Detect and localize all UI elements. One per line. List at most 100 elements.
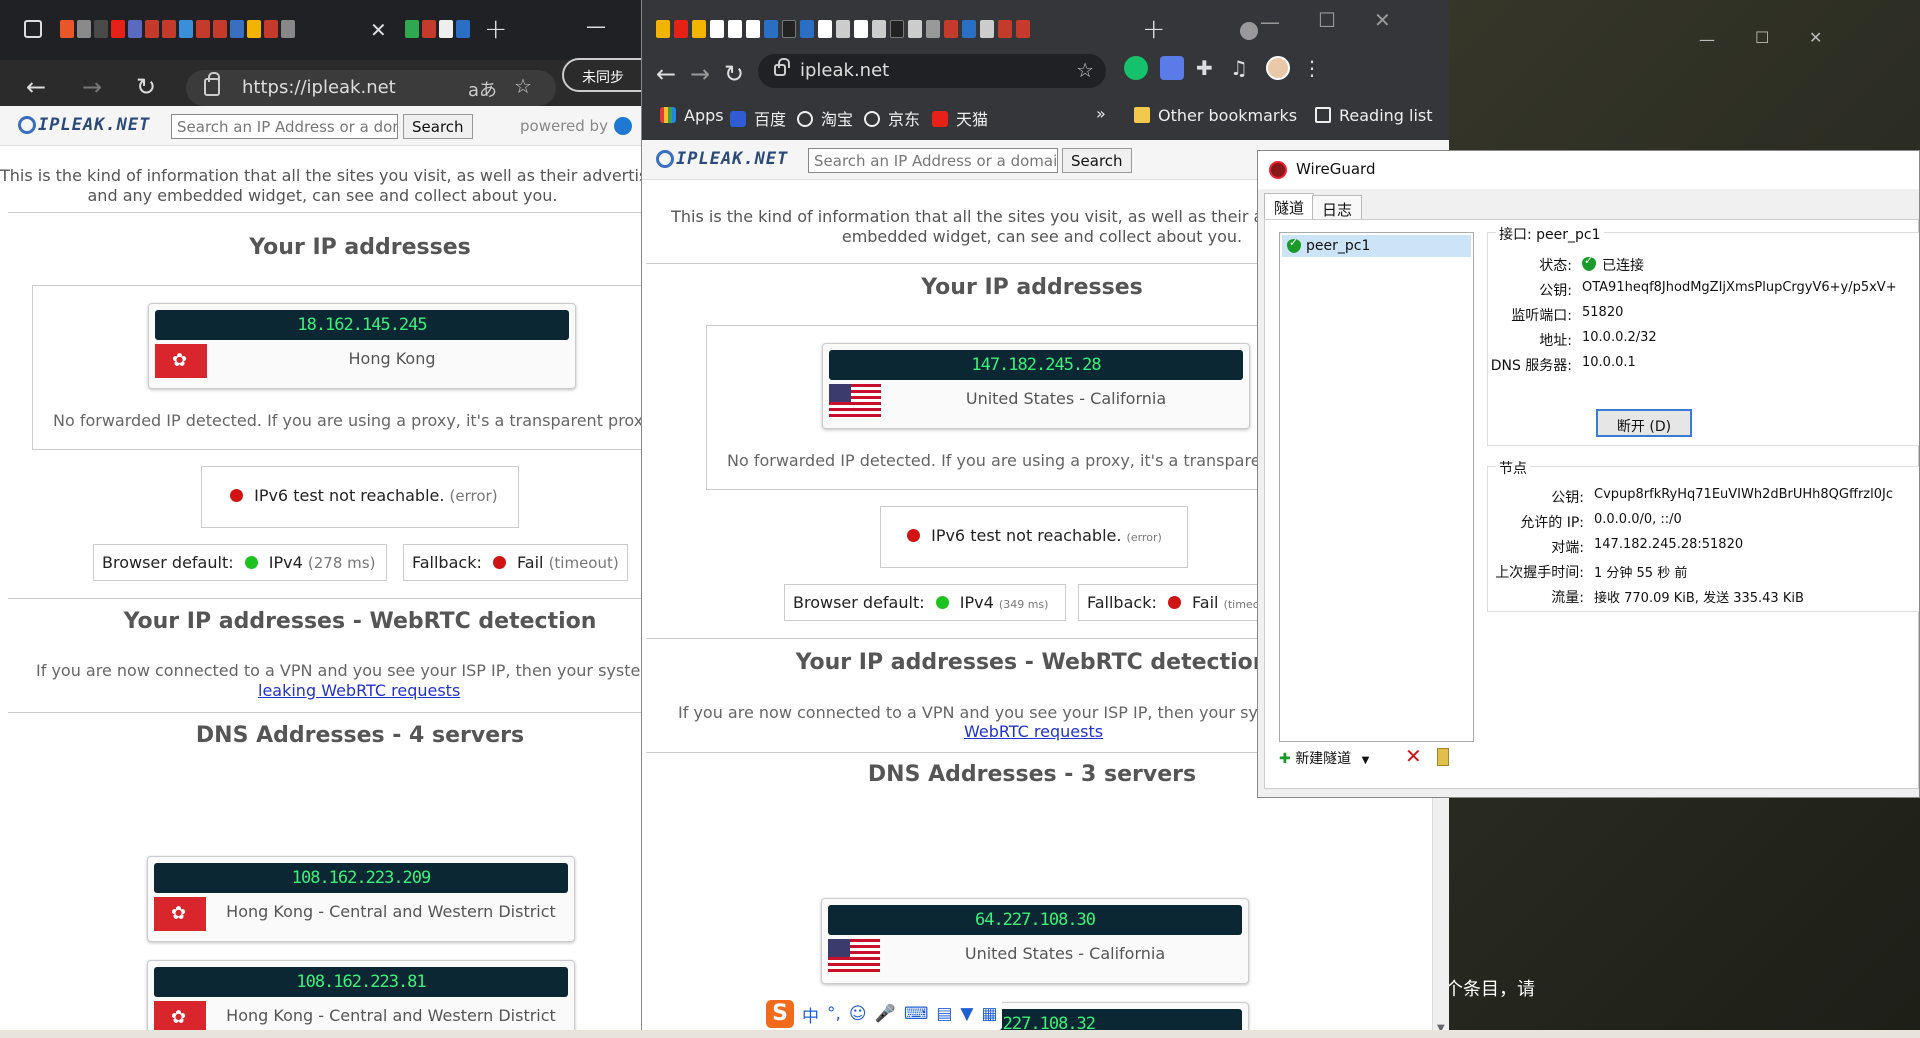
- tab-favicons[interactable]: [60, 20, 295, 38]
- bookmarks-overflow[interactable]: »: [1096, 104, 1106, 123]
- forward-icon[interactable]: →: [82, 73, 102, 101]
- tab-tunnels[interactable]: 隧道: [1264, 193, 1315, 219]
- fallback-value: Fail: [517, 553, 544, 572]
- search-input[interactable]: Search an IP Address or a domain: [171, 114, 398, 139]
- address-value[interactable]: 10.0.0.2/32: [1582, 330, 1657, 345]
- chevron-down-icon[interactable]: ▼: [1362, 755, 1370, 766]
- close-tab-icon[interactable]: ✕: [370, 18, 387, 42]
- status-red-icon: [1167, 596, 1181, 609]
- new-tab-button[interactable]: +: [1142, 12, 1165, 45]
- endpoint-value[interactable]: 147.182.245.28:51820: [1594, 537, 1743, 552]
- ipleak-logo[interactable]: IPLEAK.NET: [656, 149, 788, 169]
- refresh-icon[interactable]: ↻: [724, 60, 744, 88]
- lock-icon: [774, 58, 790, 76]
- browser-default-ms: (278 ms): [307, 554, 376, 572]
- pubkey-value[interactable]: OTA91heqf8JhodMgZIjXmsPlupCrgyV6+y/p5xV+: [1582, 280, 1897, 295]
- delete-tunnel-icon[interactable]: ✕: [1405, 744, 1422, 768]
- more-menu-icon[interactable]: ⋮: [1302, 56, 1326, 80]
- profile-avatar[interactable]: [1266, 56, 1290, 80]
- dns-ip[interactable]: 108.162.223.209: [154, 863, 568, 893]
- forward-icon[interactable]: →: [690, 60, 710, 88]
- minimize-icon[interactable]: —: [1260, 10, 1280, 34]
- allowed-ips-value[interactable]: 0.0.0.0/0, ::/0: [1594, 512, 1682, 527]
- emoji-icon[interactable]: ☺: [849, 1004, 867, 1024]
- bookmark-tmall[interactable]: 天猫: [932, 106, 988, 130]
- tab-log[interactable]: 日志: [1312, 195, 1363, 219]
- ip-address[interactable]: 18.162.145.245: [155, 310, 569, 340]
- peer-pubkey-value[interactable]: Cvpup8rfkRyHq71EuVIWh2dBrUHh8QGffrzl0Jc: [1594, 487, 1893, 502]
- address-bar[interactable]: ipleak.net ☆: [758, 54, 1106, 88]
- ipv6-text: IPv6 test not reachable.: [254, 486, 445, 505]
- search-button[interactable]: Search: [403, 114, 473, 139]
- media-control-icon[interactable]: ♫: [1230, 56, 1254, 80]
- sogou-logo-icon[interactable]: S: [766, 1000, 794, 1028]
- maximize-icon[interactable]: ☐: [1318, 8, 1336, 32]
- ipleak-logo[interactable]: IPLEAK.NET: [18, 115, 150, 135]
- ime-mode-toggle[interactable]: 中: [802, 1002, 819, 1027]
- microphone-icon[interactable]: 🎤: [875, 1004, 896, 1024]
- bookmark-taobao[interactable]: 淘宝: [797, 106, 853, 130]
- reading-list[interactable]: Reading list: [1315, 106, 1433, 125]
- desktop: — ☐ ✕ 个条目，请 ✕ + — ← → ↻ https://ipleak.n…: [0, 0, 1920, 1038]
- transfer-value[interactable]: 接收 770.09 KiB, 发送 335.43 KiB: [1594, 587, 1804, 606]
- tunnel-list-item[interactable]: peer_pc1: [1282, 235, 1471, 257]
- close-icon[interactable]: ✕: [1374, 8, 1391, 32]
- webrtc-link[interactable]: leaking WebRTC requests: [258, 681, 460, 700]
- webrtc-heading: Your IP addresses - WebRTC detection: [123, 609, 597, 634]
- wireguard-logo-icon: [1269, 161, 1287, 179]
- search-button[interactable]: Search: [1062, 148, 1132, 173]
- new-tunnel-button[interactable]: ✚ 新建隧道 ▼: [1279, 748, 1369, 768]
- tunnel-list[interactable]: peer_pc1: [1279, 232, 1474, 742]
- search-input[interactable]: Search an IP Address or a domain: [808, 148, 1058, 173]
- port-value[interactable]: 51820: [1582, 305, 1623, 320]
- tab-actions-icon[interactable]: [24, 20, 42, 38]
- tab-favicons[interactable]: [656, 20, 1030, 38]
- minimize-icon[interactable]: —: [586, 14, 606, 38]
- keyboard-icon[interactable]: ⌨: [904, 1004, 929, 1024]
- dns-ip[interactable]: 64.227.108.30: [828, 905, 1242, 935]
- tunnel-name: peer_pc1: [1306, 238, 1371, 254]
- tab-favicons-2[interactable]: [405, 20, 470, 38]
- ip-address[interactable]: 147.182.245.28: [829, 350, 1243, 380]
- bookmark-apps[interactable]: Apps: [660, 106, 724, 125]
- url-text: https://ipleak.net: [242, 77, 396, 98]
- dns-card: 108.162.223.81 Hong Kong - Central and W…: [147, 960, 575, 1038]
- peer-group: 节点 公钥: Cvpup8rfkRyHq71EuVIWh2dBrUHh8QGff…: [1487, 458, 1919, 612]
- webrtc-link[interactable]: WebRTC requests: [964, 722, 1103, 741]
- apps-icon[interactable]: ▦: [982, 1004, 998, 1024]
- dns-value[interactable]: 10.0.0.1: [1582, 355, 1636, 370]
- maximize-icon[interactable]: ☐: [1755, 28, 1769, 47]
- tab-search-icon[interactable]: [1240, 22, 1258, 40]
- address-bar[interactable]: https://ipleak.net aあ ☆: [186, 70, 556, 106]
- dns-ip[interactable]: 108.162.223.81: [154, 967, 568, 997]
- grammarly-icon[interactable]: [1124, 56, 1148, 80]
- new-tab-button[interactable]: +: [484, 12, 507, 45]
- minimize-icon[interactable]: —: [1699, 30, 1715, 49]
- ipv6-status: IPv6 test not reachable. (error): [201, 466, 519, 528]
- browser-default-label: Browser default:: [793, 593, 925, 612]
- favorite-icon[interactable]: ☆: [514, 74, 532, 98]
- refresh-icon[interactable]: ↻: [136, 73, 156, 101]
- dns-label: DNS 服务器:: [1490, 358, 1572, 374]
- extensions-puzzle-icon[interactable]: ✚: [1196, 56, 1220, 80]
- ime-punctuation-toggle[interactable]: °,: [827, 1004, 841, 1024]
- bookmark-star-icon[interactable]: ☆: [1076, 58, 1094, 82]
- back-icon[interactable]: ←: [656, 60, 676, 88]
- provider-logo-icon[interactable]: [614, 117, 632, 135]
- skin-icon[interactable]: ▼: [960, 1004, 973, 1024]
- bookmark-baidu[interactable]: 百度: [730, 106, 786, 130]
- ip-heading: Your IP addresses: [249, 235, 471, 260]
- extension-icon[interactable]: [1160, 56, 1184, 80]
- export-tunnels-icon[interactable]: [1437, 748, 1449, 766]
- close-icon[interactable]: ✕: [1809, 28, 1822, 47]
- read-aloud-icon[interactable]: aあ: [468, 76, 497, 102]
- back-icon[interactable]: ←: [26, 73, 46, 101]
- toolbox-icon[interactable]: ▤: [936, 1004, 952, 1024]
- other-bookmarks[interactable]: Other bookmarks: [1134, 106, 1297, 125]
- disconnect-button[interactable]: 断开 (D): [1596, 409, 1692, 437]
- bookmark-jd[interactable]: 京东: [864, 106, 920, 130]
- handshake-value[interactable]: 1 分钟 55 秒 前: [1594, 562, 1687, 581]
- hong-kong-flag-icon: [155, 344, 207, 378]
- sync-button[interactable]: 未同步: [562, 58, 644, 92]
- ipv6-status: IPv6 test not reachable. (error): [880, 506, 1188, 568]
